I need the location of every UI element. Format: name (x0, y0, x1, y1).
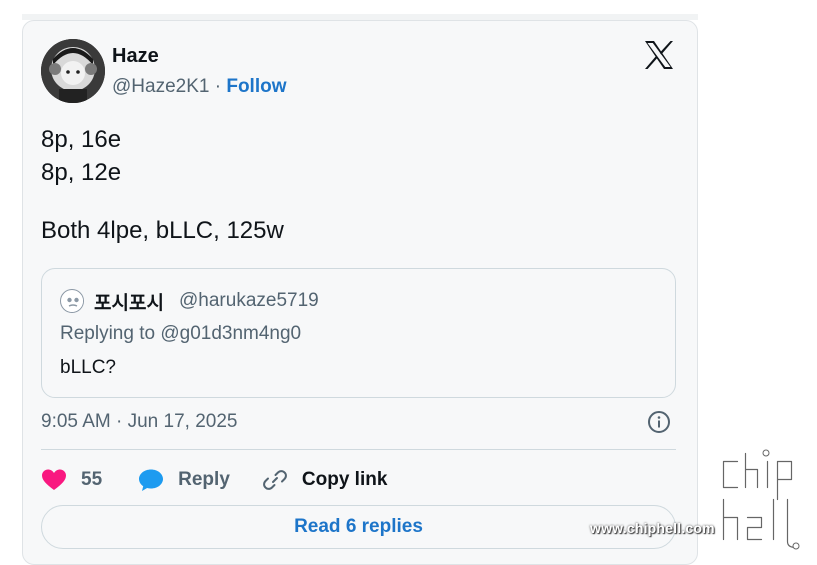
copy-link-label: Copy link (301, 469, 388, 490)
author-handle[interactable]: @Haze2K1 (112, 76, 209, 97)
quoted-author-handle[interactable]: @harukaze5719 (179, 290, 319, 312)
reply-bubble-icon (139, 469, 164, 491)
tweet-text-line: Both 4lpe, bLLC, 125w (41, 217, 284, 244)
copy-link-button[interactable]: Copy link (262, 467, 388, 493)
reply-label: Reply (178, 469, 230, 490)
tweet-text-line: 8p, 12e (41, 159, 122, 186)
quoted-replying-to: Replying to @g01d3nm4ng0 (60, 323, 302, 344)
link-icon (262, 470, 287, 490)
action-bar: 55 Reply Copy link (41, 465, 387, 495)
like-button[interactable]: 55 (41, 468, 102, 492)
info-icon[interactable] (647, 410, 671, 434)
watermark-url: www.chiphell.com (590, 520, 715, 536)
quoted-author-display-name[interactable]: 포시포시 (94, 288, 164, 315)
tweet-text: 8p, 16e 8p, 12e Both 4lpe, bLLC, 125w (41, 123, 284, 247)
divider (41, 449, 676, 450)
follow-button[interactable]: Follow (226, 76, 286, 97)
tweet-timestamp[interactable]: 9:05 AM · Jun 17, 2025 (41, 411, 237, 433)
author-display-name[interactable]: Haze (112, 45, 159, 68)
tweet-card: Haze @Haze2K1 · Follow 8p, 16e 8p, 12e B… (22, 20, 698, 565)
tweet-text-line: 8p, 16e (41, 126, 122, 153)
page: Haze @Haze2K1 · Follow 8p, 16e 8p, 12e B… (0, 0, 817, 565)
handle-separator: · (209, 76, 227, 97)
reply-button[interactable]: Reply (138, 468, 230, 492)
quoted-tweet[interactable]: 포시포시 @harukaze5719 Replying to @g01d3nm4… (41, 268, 676, 398)
chiphell-watermark-logo (716, 448, 808, 554)
quoted-tweet-text: bLLC? (60, 357, 116, 378)
x-logo-icon[interactable] (643, 39, 675, 71)
read-replies-button[interactable]: Read 6 replies (41, 505, 676, 549)
heart-icon (42, 469, 66, 490)
quoted-author-avatar[interactable] (60, 289, 84, 313)
avatar-image (41, 39, 105, 103)
like-count: 55 (81, 469, 103, 490)
author-handle-row: @Haze2K1 · Follow (112, 76, 287, 98)
author-avatar[interactable] (41, 39, 105, 103)
tweet-text-gap (41, 189, 284, 214)
